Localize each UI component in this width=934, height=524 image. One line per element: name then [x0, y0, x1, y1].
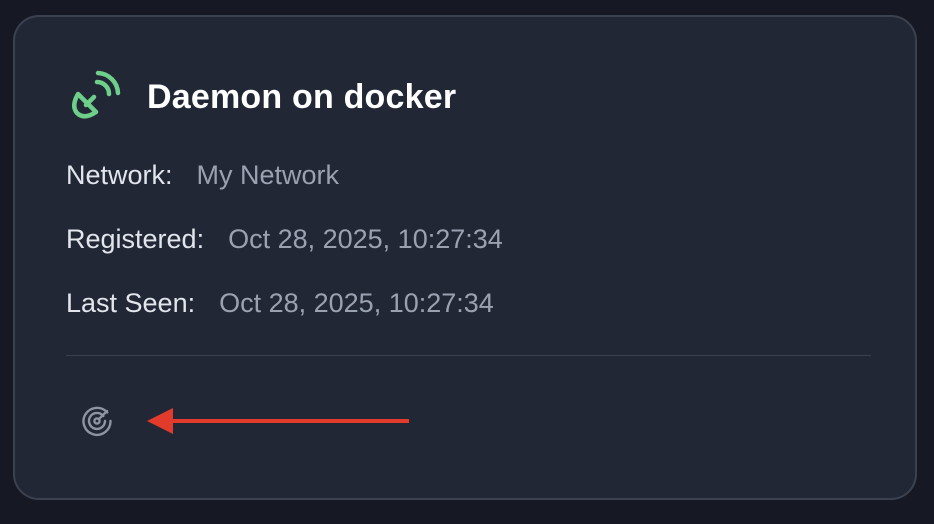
card-divider: [66, 355, 871, 356]
last-seen-label: Last Seen:: [66, 288, 196, 318]
registered-label: Registered:: [66, 224, 205, 254]
radar-icon[interactable]: [81, 405, 113, 437]
daemon-card: Daemon on docker Network: My Network Regi…: [13, 15, 917, 500]
last-seen-row: Last Seen: Oct 28, 2025, 10:27:34: [66, 288, 494, 319]
last-seen-value: Oct 28, 2025, 10:27:34: [219, 288, 494, 318]
network-row: Network: My Network: [66, 160, 339, 191]
registered-value: Oct 28, 2025, 10:27:34: [228, 224, 503, 254]
satellite-dish-icon: [72, 70, 121, 119]
network-label: Network:: [66, 160, 173, 190]
annotation-arrow: [147, 408, 409, 434]
card-header: Daemon on docker: [67, 69, 456, 125]
registered-row: Registered: Oct 28, 2025, 10:27:34: [66, 224, 503, 255]
daemon-title: Daemon on docker: [147, 77, 457, 116]
network-value: My Network: [196, 160, 340, 190]
